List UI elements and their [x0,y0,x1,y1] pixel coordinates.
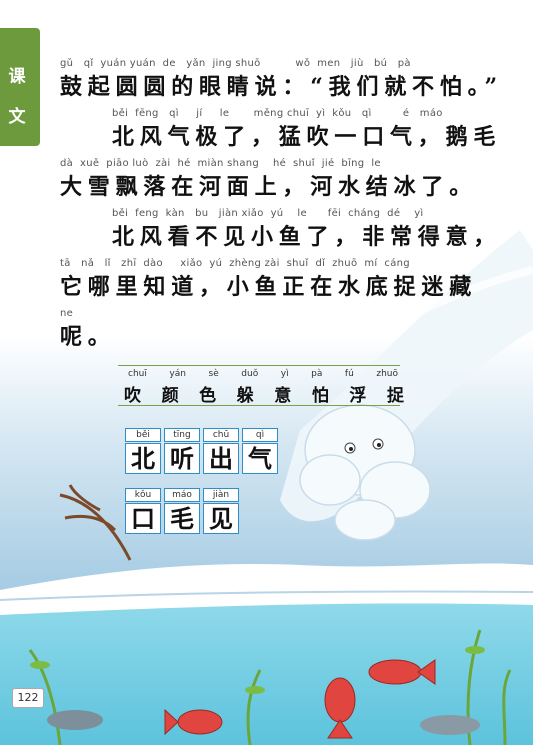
vocab-hanzi: 浮 [349,386,367,406]
text-line: ne 呢。 [60,308,116,351]
cell-pinyin: běi [125,428,161,442]
section-tab-text: 课 文 [0,28,40,146]
vocab-bottom-rule [118,405,400,406]
line-pinyin: tā nǎ lǐ zhī dào xiǎo yú zhèng zài shuǐ … [60,258,410,269]
cell-hanzi: 气 [242,443,278,474]
writing-cell: qì 气 [242,428,278,474]
vocab-pinyin-row: chuī yán sè duǒ yì pà fú zhuō [128,369,398,379]
cell-pinyin: qì [242,428,278,442]
writing-cell: máo 毛 [164,488,200,534]
vocab-hanzi: 怕 [311,386,329,406]
cell-hanzi: 见 [203,503,239,534]
line-pinyin: ne [60,308,74,319]
cell-hanzi: 毛 [164,503,200,534]
page-number: 122 [12,688,44,708]
text-line: běi feng kàn bu jiàn xiǎo yú le fēi chán… [112,208,501,251]
line-pinyin: dà xuě piāo luò zài hé miàn shang hé shu… [60,158,381,169]
text-line: tā nǎ lǐ zhī dào xiǎo yú zhèng zài shuǐ … [60,258,477,301]
vocab-hanzi: 意 [274,386,292,406]
line-hanzi: 它哪里知道，小鱼正在水底捉迷藏 [60,274,478,300]
writing-cell: běi 北 [125,428,161,474]
vocab-hanzi: 颜 [161,386,179,406]
line-hanzi: 大雪飘落在河面上，河水结冰了。 [60,174,478,200]
cell-pinyin: kǒu [125,488,161,502]
line-pinyin: běi fēng qì jí le měng chuī yì kǒu qì é … [112,108,443,119]
line-hanzi: 呢。 [60,324,116,350]
vocab-pinyin: duǒ [241,369,259,379]
line-pinyin: gǔ qǐ yuán yuán de yǎn jing shuō wǒ men … [60,58,411,69]
cell-pinyin: tīng [164,428,200,442]
vocab-pinyin: yì [280,369,289,379]
line-hanzi: 北风气极了，猛吹一口气，鹅毛 [112,124,502,150]
vocab-pinyin: pà [311,369,323,379]
text-line: gǔ qǐ yuán yuán de yǎn jing shuō wǒ men … [60,58,503,101]
line-hanzi: 鼓起圆圆的眼睛说：“我们就不怕。” [60,74,503,100]
text-line: běi fēng qì jí le měng chuī yì kǒu qì é … [112,108,501,151]
cell-pinyin: jiàn [203,488,239,502]
cell-hanzi: 口 [125,503,161,534]
writing-cell: kǒu 口 [125,488,161,534]
text-line: dà xuě piāo luò zài hé miàn shang hé shu… [60,158,477,201]
writing-cell: jiàn 见 [203,488,239,534]
vocab-hanzi: 色 [199,386,217,406]
writing-cell: chū 出 [203,428,239,474]
vocab-pinyin: zhuō [376,369,398,379]
writing-cell: tīng 听 [164,428,200,474]
vocab-hanzi: 捉 [386,386,404,406]
cell-hanzi: 北 [125,443,161,474]
line-pinyin: běi feng kàn bu jiàn xiǎo yú le fēi chán… [112,208,424,219]
textbook-page: 课 文 gǔ qǐ yuán yuán de yǎn jing shuō wǒ … [0,0,533,745]
cell-pinyin: chū [203,428,239,442]
tab-char: 课 [8,67,26,87]
vocab-pinyin: fú [344,369,354,379]
vocab-pinyin: sè [208,369,219,379]
tab-char: 文 [8,107,26,127]
cell-hanzi: 听 [164,443,200,474]
line-hanzi: 北风看不见小鱼了，非常得意， [112,224,502,250]
vocab-hanzi: 躲 [236,386,254,406]
cell-pinyin: máo [164,488,200,502]
vocab-pinyin: yán [169,369,186,379]
vocab-hanzi: 吹 [124,386,141,406]
vocab-hanzi-row: 吹 颜 色 躲 意 怕 浮 捉 [124,381,404,406]
vocab-top-rule [118,365,400,366]
cell-hanzi: 出 [203,443,239,474]
vocab-pinyin: chuī [128,369,147,379]
